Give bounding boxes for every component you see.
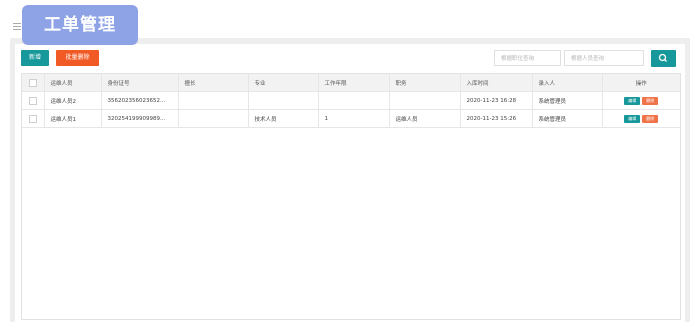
- table-row[interactable]: 运维人员2 356202356023652... 2020-11-23 16:2…: [22, 91, 680, 110]
- cell-id-number: 356202356023652...: [101, 91, 179, 110]
- data-table: 运维人员 身份证号 擅长 专业 工作年限 职务 入库时间 录入人 操作 运维人员…: [21, 73, 681, 320]
- cell-major: [248, 91, 319, 110]
- search-position-input[interactable]: 根据职位查询: [494, 50, 561, 66]
- column-header[interactable]: 运维人员: [44, 74, 102, 92]
- row-actions: 编辑 删除: [602, 91, 680, 110]
- cell-entered-by: 系统管理员: [532, 109, 603, 128]
- cell-name: 运维人员2: [44, 91, 102, 110]
- cell-created: 2020-11-23 16:28: [460, 91, 533, 110]
- search-name-input[interactable]: 根据人员查询: [564, 50, 644, 66]
- column-header[interactable]: 擅长: [178, 74, 249, 92]
- cell-years: 1: [318, 109, 390, 128]
- column-header[interactable]: 入库时间: [460, 74, 533, 92]
- select-all-checkbox[interactable]: [28, 78, 37, 87]
- cell-name: 运维人员1: [44, 109, 102, 128]
- row-select-cell: [22, 91, 45, 110]
- cell-entered-by: 系统管理员: [532, 91, 603, 110]
- content-panel: 新增 批量删除 根据职位查询 根据人员查询 运维人员 身份证号 擅长 专业 工作…: [15, 44, 685, 322]
- cell-years: [318, 91, 390, 110]
- search-icon: [658, 53, 668, 63]
- edit-button[interactable]: 编辑: [624, 114, 641, 123]
- cell-id-number: 320254199909989...: [101, 109, 179, 128]
- add-button[interactable]: 新增: [21, 50, 49, 66]
- table-row[interactable]: 运维人员1 320254199909989... 技术人员 1 运维人员 202…: [22, 109, 680, 128]
- cell-specialty: [178, 109, 249, 128]
- column-header: 操作: [602, 74, 680, 92]
- search-button[interactable]: [651, 50, 676, 67]
- column-header[interactable]: 职务: [389, 74, 461, 92]
- batch-delete-button[interactable]: 批量删除: [56, 50, 99, 66]
- cell-major: 技术人员: [248, 109, 319, 128]
- cell-position: 运维人员: [389, 109, 461, 128]
- column-header[interactable]: 录入人: [532, 74, 603, 92]
- cell-specialty: [178, 91, 249, 110]
- select-all-header: [22, 74, 45, 92]
- edit-button[interactable]: 编辑: [624, 96, 641, 105]
- cell-created: 2020-11-23 15:26: [460, 109, 533, 128]
- row-checkbox[interactable]: [28, 114, 37, 123]
- delete-button[interactable]: 删除: [642, 114, 659, 123]
- column-header[interactable]: 专业: [248, 74, 319, 92]
- row-checkbox[interactable]: [28, 96, 37, 105]
- cell-position: [389, 91, 461, 110]
- column-header[interactable]: 工作年限: [318, 74, 390, 92]
- delete-button[interactable]: 删除: [642, 96, 659, 105]
- menu-icon[interactable]: [13, 23, 21, 32]
- table-header-row: 运维人员 身份证号 擅长 专业 工作年限 职务 入库时间 录入人 操作: [22, 74, 680, 92]
- page-title: 工单管理: [22, 5, 138, 45]
- row-select-cell: [22, 109, 45, 128]
- row-actions: 编辑 删除: [602, 109, 680, 128]
- column-header[interactable]: 身份证号: [101, 74, 179, 92]
